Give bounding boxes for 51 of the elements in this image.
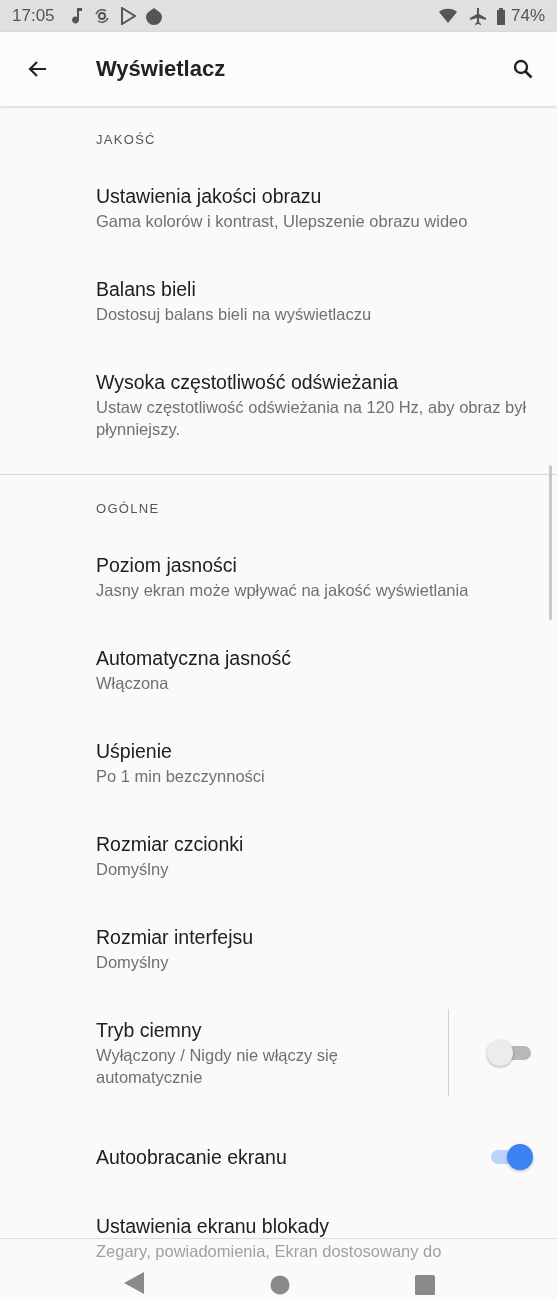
settings-item[interactable]: Autoobracanie ekranu <box>0 1110 557 1191</box>
toggle-switch[interactable] <box>487 1038 533 1067</box>
settings-item[interactable]: Automatyczna jasność Włączona <box>0 623 557 716</box>
settings-item[interactable]: Balans bieli Dostosuj balans bieli na wyświetlaczu <box>0 254 557 347</box>
section-header: OGÓLNE <box>95 500 161 518</box>
settings-item[interactable]: Tryb ciemny Wyłączony / Nigdy nie włączy się automatycznie <box>0 995 557 1110</box>
item-title: Ustawienia jakości obrazu <box>96 184 323 209</box>
settings-item[interactable]: Ustawienia jakości obrazu Gama kolorów i kontrast, Ulepszenie obrazu wideo <box>0 161 557 254</box>
item-title: Automatyczna jasność <box>96 646 293 671</box>
item-summary: Jasny ekran może wpływać na jakość wyświetlania <box>96 580 470 601</box>
settings-item[interactable]: Rozmiar czcionki Domyślny <box>0 809 557 902</box>
item-summary: Domyślny <box>96 952 170 973</box>
item-title: Tryb ciemny <box>96 1018 203 1043</box>
item-summary: Dostosuj balans bieli na wyświetlaczu <box>96 304 373 325</box>
battery-icon <box>495 7 506 25</box>
recents-nav-button[interactable] <box>414 1275 435 1295</box>
section-header: JAKOŚĆ <box>95 131 157 149</box>
settings-item[interactable]: Ustawienia ekranu blokady Zegary, powiadomienia, Ekran dostosowany do <box>0 1191 557 1262</box>
battery-level: 74% <box>510 6 545 26</box>
item-title: Poziom jasności <box>96 553 238 578</box>
item-summary: Wyłączony / Nigdy nie włączy się automatycznie <box>96 1045 339 1088</box>
wifi-icon <box>437 7 460 25</box>
square-icon <box>414 1275 435 1295</box>
home-nav-button[interactable] <box>269 1275 290 1295</box>
clock: 17:05 <box>12 6 55 26</box>
item-summary: Po 1 min bezczynności <box>96 766 266 787</box>
item-summary: Ustaw częstotliwość odświeżania na 120 Hz, aby obraz był płynniejszy. <box>96 397 528 440</box>
settings-item[interactable]: Wysoka częstotliwość odświeżania Ustaw częstotliwość odświeżania na 120 Hz, aby obraz był płynniejszy. <box>0 347 557 462</box>
item-title: Rozmiar interfejsu <box>96 925 255 950</box>
search-icon <box>511 57 535 81</box>
item-title: Uśpienie <box>96 739 173 764</box>
sync-gear-icon <box>92 7 111 25</box>
settings-item[interactable]: Rozmiar interfejsu Domyślny <box>0 902 557 995</box>
triangle-icon <box>122 1271 145 1295</box>
screen-title: Wyświetlacz <box>96 56 227 82</box>
music-note-icon <box>69 7 84 25</box>
item-summary: Włączona <box>96 673 170 694</box>
item-title: Balans bieli <box>96 277 197 302</box>
item-summary: Gama kolorów i kontrast, Ulepszenie obrazu wideo <box>96 211 469 232</box>
settings-item[interactable]: Uśpienie Po 1 min bezczynności <box>0 716 557 809</box>
item-title: Rozmiar czcionki <box>96 832 245 857</box>
round-app-icon <box>144 7 163 25</box>
airplane-icon <box>468 7 487 25</box>
item-title: Autoobracanie ekranu <box>96 1144 288 1170</box>
settings-item[interactable]: Poziom jasności Jasny ekran może wpływać na jakość wyświetlania <box>0 530 557 623</box>
circle-icon <box>269 1275 290 1295</box>
item-title: Ustawienia ekranu blokady <box>96 1214 331 1239</box>
item-title: Wysoka częstotliwość odświeżania <box>96 370 400 395</box>
item-summary: Zegary, powiadomienia, Ekran dostosowany do <box>96 1241 443 1262</box>
item-summary: Domyślny <box>96 859 170 880</box>
back-nav-button[interactable] <box>122 1271 145 1295</box>
